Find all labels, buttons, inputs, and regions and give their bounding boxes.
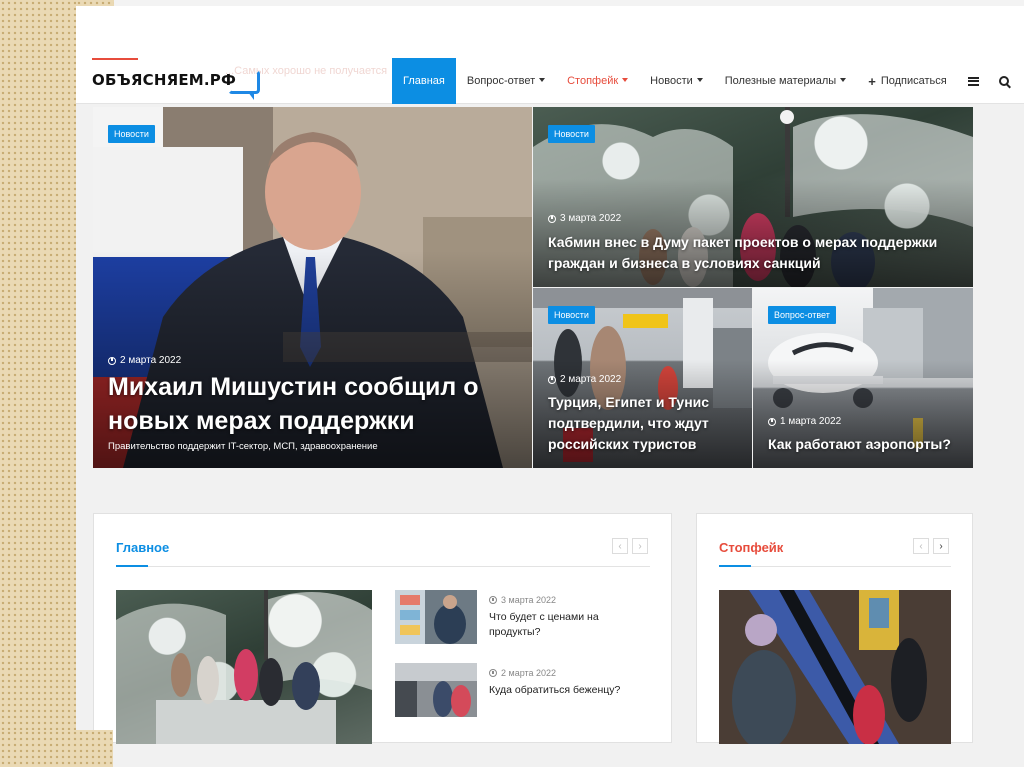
hero-top-right-card[interactable]: Новости 3 марта 2022 Кабмин внес в Думу …	[533, 107, 973, 287]
hero-main-excerpt: Правительство поддержит IT-сектор, МСП, …	[108, 441, 378, 452]
clock-icon	[489, 669, 497, 677]
plus-icon: +	[868, 73, 876, 89]
menu-button[interactable]	[958, 58, 989, 104]
article-date: 2 марта 2022	[489, 668, 556, 678]
section-divider	[719, 566, 951, 567]
nav-item-home[interactable]: Главная	[392, 58, 456, 104]
next-page-button[interactable]: ›	[632, 538, 648, 554]
section-accent	[116, 565, 148, 567]
article-thumbnail[interactable]	[395, 663, 477, 717]
next-page-button[interactable]: ›	[933, 538, 949, 554]
main-nav: Главная Вопрос-ответ Стопфейк Новости По…	[392, 58, 1019, 104]
article-date: 3 марта 2022	[548, 213, 621, 224]
subscribe-button[interactable]: + Подписаться	[857, 58, 958, 104]
chevron-down-icon	[696, 78, 703, 82]
chevron-down-icon	[622, 78, 629, 82]
clock-icon	[489, 596, 497, 604]
logo-text: ОБЪЯСНЯЕМ.РФ	[92, 71, 237, 89]
section-title: Главное	[116, 540, 170, 555]
article-date: 1 марта 2022	[768, 416, 841, 427]
article-date: 2 марта 2022	[108, 355, 181, 366]
hero-main-card[interactable]: Новости 2 марта 2022 Михаил Мишустин соо…	[93, 107, 532, 468]
prev-page-button[interactable]: ‹	[612, 538, 628, 554]
clock-icon	[768, 417, 776, 426]
chevron-down-icon	[539, 78, 546, 82]
category-badge[interactable]: Вопрос-ответ	[768, 306, 836, 324]
category-badge[interactable]: Новости	[108, 125, 155, 143]
logo-accent-line	[92, 58, 138, 60]
section-accent	[719, 565, 751, 567]
nav-item-materials[interactable]: Полезные материалы	[714, 58, 857, 104]
category-badge[interactable]: Новости	[548, 306, 595, 324]
search-icon	[998, 76, 1009, 86]
chevron-down-icon	[840, 78, 847, 82]
main-section-panel: Главное ‹ › 3 марта 2022 Что будет с цен…	[93, 513, 672, 744]
article-date: 3 марта 2022	[489, 595, 556, 605]
search-button[interactable]	[989, 58, 1019, 104]
article-date: 2 марта 2022	[548, 374, 621, 385]
top-band	[76, 6, 1024, 58]
featured-article-image[interactable]	[719, 590, 951, 744]
clock-icon	[108, 356, 116, 365]
clock-icon	[548, 214, 556, 223]
article-thumbnail[interactable]	[395, 590, 477, 644]
nav-item-faq[interactable]: Вопрос-ответ	[456, 58, 556, 104]
hero-bottom-right-card[interactable]: Вопрос-ответ 1 марта 2022 Как работают а…	[753, 288, 973, 468]
nav-item-news[interactable]: Новости	[639, 58, 714, 104]
article-title[interactable]: Что будет с ценами на продукты?	[489, 610, 619, 639]
nav-item-stopfake[interactable]: Стопфейк	[556, 58, 639, 104]
hero-bottom-left-card[interactable]: Новости 2 марта 2022 Турция, Египет и Ту…	[533, 288, 752, 468]
hero-bottom-left-title[interactable]: Турция, Египет и Тунис подтвердили, что …	[548, 392, 748, 455]
clock-icon	[548, 375, 556, 384]
featured-article-image[interactable]	[116, 590, 372, 744]
article-title[interactable]: Куда обратиться беженцу?	[489, 683, 639, 698]
slide-decoration-bottom	[0, 730, 113, 767]
hero-main-title[interactable]: Михаил Мишустин сообщил о новых мерах по…	[108, 371, 508, 439]
section-divider	[116, 566, 650, 567]
hero-bottom-right-title[interactable]: Как работают аэропорты?	[768, 434, 968, 455]
site-logo[interactable]: ОБЪЯСНЯЕМ.РФ	[92, 66, 261, 100]
prev-page-button[interactable]: ‹	[913, 538, 929, 554]
stopfake-section-panel: Стопфейк ‹ ›	[696, 513, 973, 744]
slide-decoration-left	[0, 0, 76, 767]
hamburger-icon	[967, 76, 979, 86]
speech-bubble-icon	[228, 70, 261, 100]
category-badge[interactable]: Новости	[548, 125, 595, 143]
section-title: Стопфейк	[719, 540, 784, 555]
hero-top-right-title[interactable]: Кабмин внес в Думу пакет проектов о мера…	[548, 232, 968, 274]
